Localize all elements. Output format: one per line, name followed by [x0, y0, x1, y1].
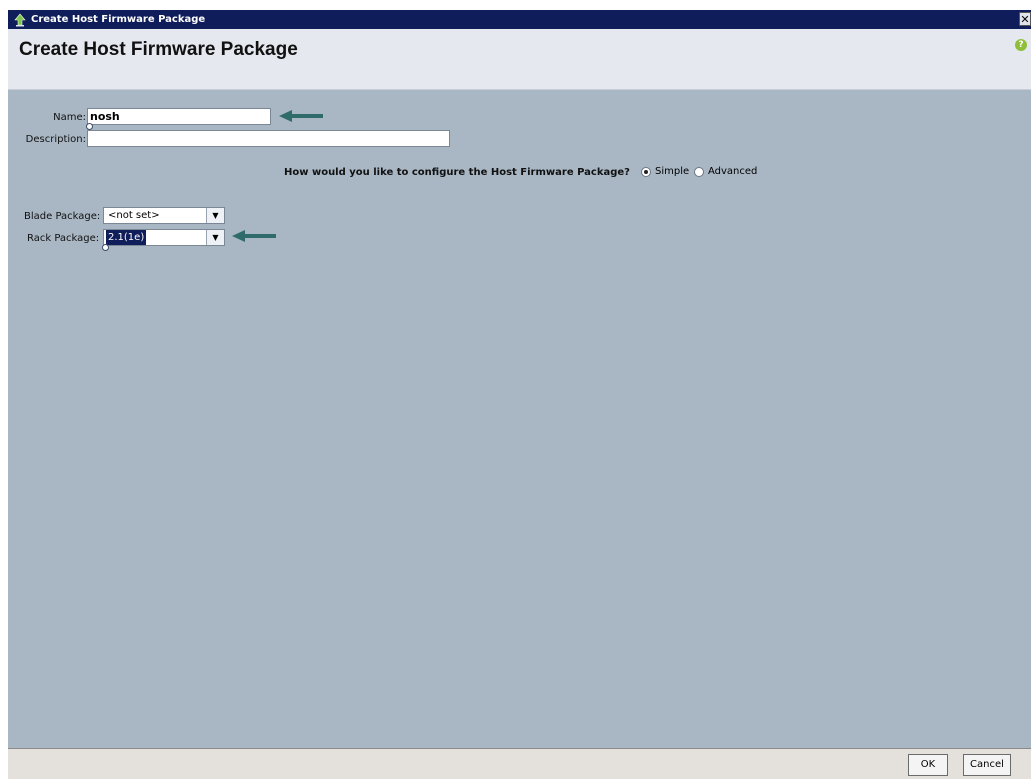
title-bar: Create Host Firmware Package ✕ [8, 10, 1031, 29]
dialog-header: Create Host Firmware Package ? [8, 29, 1031, 90]
rack-package-label: Rack Package: [27, 233, 100, 244]
rack-package-select[interactable]: 2.1(1e) ▼ [103, 229, 225, 246]
description-label: Description: [25, 134, 86, 145]
chevron-down-icon[interactable]: ▼ [206, 208, 224, 223]
name-field[interactable] [87, 108, 271, 125]
mode-radio-simple[interactable]: Simple [641, 166, 689, 177]
chevron-down-icon[interactable]: ▼ [206, 230, 224, 245]
cancel-button[interactable]: Cancel [963, 754, 1011, 776]
info-icon [86, 123, 93, 130]
arrow-left-icon [279, 110, 323, 122]
dialog-footer: OK Cancel [8, 748, 1031, 779]
description-field[interactable] [87, 130, 450, 147]
arrow-left-icon [232, 230, 276, 242]
blade-package-select[interactable]: <not set> ▼ [103, 207, 225, 224]
name-label: Name: [53, 112, 86, 123]
advanced-radio[interactable] [694, 166, 704, 177]
page-title: Create Host Firmware Package [19, 39, 298, 60]
close-button[interactable]: ✕ [1019, 12, 1031, 26]
rack-package-value: 2.1(1e) [106, 230, 147, 245]
blade-package-label: Blade Package: [24, 211, 101, 222]
simple-radio-label: Simple [655, 166, 690, 177]
simple-radio[interactable] [641, 166, 651, 177]
create-host-firmware-package-window: Create Host Firmware Package ✕ Create Ho… [8, 10, 1031, 779]
title-bar-text: Create Host Firmware Package [31, 14, 206, 25]
ok-button[interactable]: OK [908, 754, 948, 776]
firmware-package-icon [13, 13, 27, 27]
help-icon[interactable]: ? [1015, 39, 1027, 51]
form-content: Name: Description: How would you like to… [8, 90, 1031, 748]
configure-mode-question: How would you like to configure the Host… [284, 167, 630, 178]
info-icon [102, 244, 109, 251]
advanced-radio-label: Advanced [708, 166, 758, 177]
blade-package-value: <not set> [108, 210, 160, 221]
mode-radio-advanced[interactable]: Advanced [694, 166, 757, 177]
